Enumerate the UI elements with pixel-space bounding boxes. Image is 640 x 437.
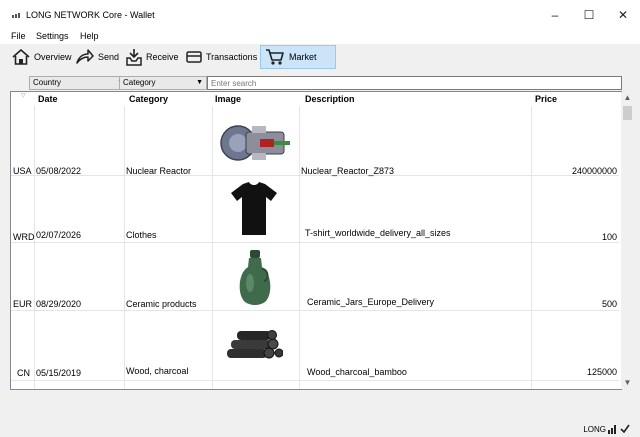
sync-check-icon[interactable]: [620, 424, 630, 434]
row-description: Nuclear_Reactor_Z873: [301, 166, 395, 176]
overview-label: Overview: [34, 52, 72, 62]
category-dropdown[interactable]: Category ▼: [119, 76, 207, 90]
search-input[interactable]: [207, 76, 622, 90]
scroll-up-icon[interactable]: ▲: [621, 92, 634, 104]
receive-label: Receive: [146, 52, 179, 62]
home-icon: [12, 49, 30, 65]
row-category: Clothes: [126, 230, 157, 240]
network-icon[interactable]: [608, 424, 618, 434]
row-date: 05/08/2022: [36, 166, 82, 176]
filter-bar: Country ▼ Category ▼: [10, 76, 622, 90]
overview-button[interactable]: Overview: [8, 45, 76, 69]
table-row[interactable]: USA 05/08/2022 Nuclear Reactor Nuclear_R…: [11, 106, 619, 176]
send-label: Send: [98, 52, 120, 62]
row-price: 240000000: [571, 166, 617, 176]
row-price: 500: [601, 299, 617, 309]
row-category: Ceramic products: [126, 299, 197, 309]
menu-file[interactable]: File: [11, 31, 26, 41]
transactions-icon: [186, 51, 202, 63]
title-bar: LONG NETWORK Core - Wallet – ☐ ✕: [0, 0, 640, 30]
status-bar: LONG: [583, 424, 630, 434]
row-country: USA: [13, 166, 32, 176]
row-description: T-shirt_worldwide_delivery_all_sizes: [305, 228, 451, 238]
row-date: 05/15/2019: [36, 368, 82, 378]
column-header-date[interactable]: Date: [38, 94, 58, 104]
receive-icon: [126, 49, 142, 66]
cart-icon: [266, 49, 284, 65]
send-icon: [76, 49, 94, 64]
menu-bar: File Settings Help: [0, 30, 640, 44]
tshirt-image: [231, 182, 277, 235]
country-dropdown[interactable]: Country ▼: [29, 76, 128, 90]
market-table: ▽ Date Category Image Description Price …: [10, 91, 622, 390]
minimize-button[interactable]: –: [540, 4, 570, 26]
table-scrollbar[interactable]: ▲ ▼: [621, 92, 634, 389]
window-title: LONG NETWORK Core - Wallet: [26, 10, 155, 20]
unit-label[interactable]: LONG: [583, 425, 606, 434]
row-date: 02/07/2026: [36, 230, 82, 240]
country-dropdown-value: Country: [33, 78, 62, 87]
chevron-down-icon: ▼: [196, 79, 203, 86]
ceramic-jar-image: [239, 250, 271, 305]
column-header-price[interactable]: Price: [535, 94, 557, 104]
row-price: 100: [601, 232, 617, 242]
row-country: WRD: [13, 232, 35, 242]
close-button[interactable]: ✕: [608, 4, 638, 26]
scroll-down-icon[interactable]: ▼: [621, 377, 634, 389]
charcoal-image: [227, 330, 283, 359]
transactions-label: Transactions: [206, 52, 258, 62]
row-category: Wood, charcoal: [126, 366, 189, 376]
send-button[interactable]: Send: [72, 45, 123, 69]
table-row[interactable]: CN 05/15/2019 Wood, charcoal Wood_charco…: [11, 311, 619, 381]
row-date: 08/29/2020: [36, 299, 82, 309]
app-icon: [12, 13, 20, 18]
maximize-button[interactable]: ☐: [574, 4, 604, 26]
row-description: Wood_charcoal_bamboo: [307, 367, 407, 377]
sort-indicator-icon: ▽: [21, 93, 26, 99]
market-label: Market: [289, 52, 317, 62]
column-header-description[interactable]: Description: [305, 94, 355, 104]
table-header: ▽ Date Category Image Description Price: [11, 92, 619, 106]
table-row[interactable]: EUR 08/29/2020 Ceramic products Ceramic_…: [11, 243, 619, 311]
row-category: Nuclear Reactor: [126, 166, 192, 176]
receive-button[interactable]: Receive: [122, 45, 183, 69]
toolbar: Overview Send Receive Transactions Marke…: [0, 44, 640, 70]
row-country: CN: [17, 368, 30, 378]
scroll-thumb[interactable]: [623, 106, 632, 120]
column-header-category[interactable]: Category: [129, 94, 168, 104]
nuclear-reactor-image: [220, 125, 290, 161]
menu-help[interactable]: Help: [80, 31, 99, 41]
table-row[interactable]: WRD 02/07/2026 Clothes T-shirt_worldwide…: [11, 176, 619, 243]
market-button[interactable]: Market: [260, 45, 336, 69]
transactions-button[interactable]: Transactions: [182, 45, 261, 69]
menu-settings[interactable]: Settings: [36, 31, 69, 41]
column-header-image[interactable]: Image: [215, 94, 241, 104]
row-price: 125000: [586, 367, 617, 377]
row-country: EUR: [13, 299, 33, 309]
row-description: Ceramic_Jars_Europe_Delivery: [307, 297, 435, 307]
category-dropdown-value: Category: [123, 78, 156, 87]
